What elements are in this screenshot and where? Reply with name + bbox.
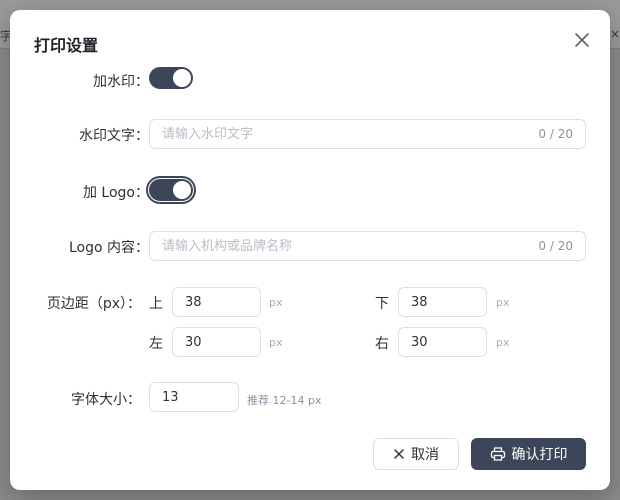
font-size-label: 字体大小：	[71, 392, 141, 408]
font-size-input[interactable]	[162, 383, 224, 411]
background-text-right: ×	[609, 27, 620, 41]
cancel-button-label: 取消	[411, 447, 439, 463]
margin-bottom-label: 下	[375, 296, 389, 312]
margin-right-unit: px	[496, 336, 510, 349]
margin-right-field[interactable]	[398, 327, 487, 357]
margin-left-input[interactable]	[185, 328, 247, 356]
font-size-field[interactable]	[149, 382, 239, 412]
logo-content-counter: 0 / 20	[538, 239, 573, 253]
print-settings-dialog: 打印设置 加水印： 水印文字： 0 / 20 加 Logo： Logo 内容： …	[10, 10, 610, 490]
margin-left-label: 左	[149, 336, 163, 352]
margin-bottom-field[interactable]	[398, 287, 487, 317]
logo-content-field[interactable]: 0 / 20	[149, 231, 586, 261]
close-button[interactable]	[572, 30, 592, 50]
watermark-text-label: 水印文字：	[79, 128, 149, 144]
cancel-button[interactable]: 取消	[373, 438, 459, 470]
margin-top-field[interactable]	[172, 287, 261, 317]
watermark-text-field[interactable]: 0 / 20	[149, 119, 586, 149]
margin-top-label: 上	[149, 296, 163, 312]
confirm-print-button[interactable]: 确认打印	[471, 438, 586, 470]
margin-left-unit: px	[269, 336, 283, 349]
margin-right-label: 右	[375, 336, 389, 352]
watermark-label: 加水印：	[93, 74, 149, 90]
watermark-text-input[interactable]	[162, 120, 522, 148]
margin-left-field[interactable]	[172, 327, 261, 357]
confirm-button-label: 确认打印	[511, 447, 568, 463]
margin-top-input[interactable]	[185, 288, 247, 316]
logo-label: 加 Logo：	[82, 185, 149, 201]
printer-icon	[490, 447, 505, 461]
logo-toggle[interactable]	[146, 176, 196, 204]
logo-content-input[interactable]	[162, 232, 522, 260]
close-icon	[575, 33, 589, 47]
margin-top-unit: px	[269, 296, 283, 309]
toggle-knob	[173, 181, 191, 199]
logo-content-label: Logo 内容：	[68, 240, 149, 256]
margins-label: 页边距（px）：	[46, 296, 141, 312]
margin-right-input[interactable]	[411, 328, 473, 356]
close-icon	[394, 449, 404, 459]
toggle-knob	[173, 69, 191, 87]
watermark-toggle[interactable]	[149, 67, 193, 89]
margin-bottom-input[interactable]	[411, 288, 473, 316]
dialog-title: 打印设置	[34, 36, 99, 55]
font-size-hint: 推荐 12-14 px	[247, 394, 322, 407]
margin-bottom-unit: px	[496, 296, 510, 309]
watermark-text-counter: 0 / 20	[538, 127, 573, 141]
